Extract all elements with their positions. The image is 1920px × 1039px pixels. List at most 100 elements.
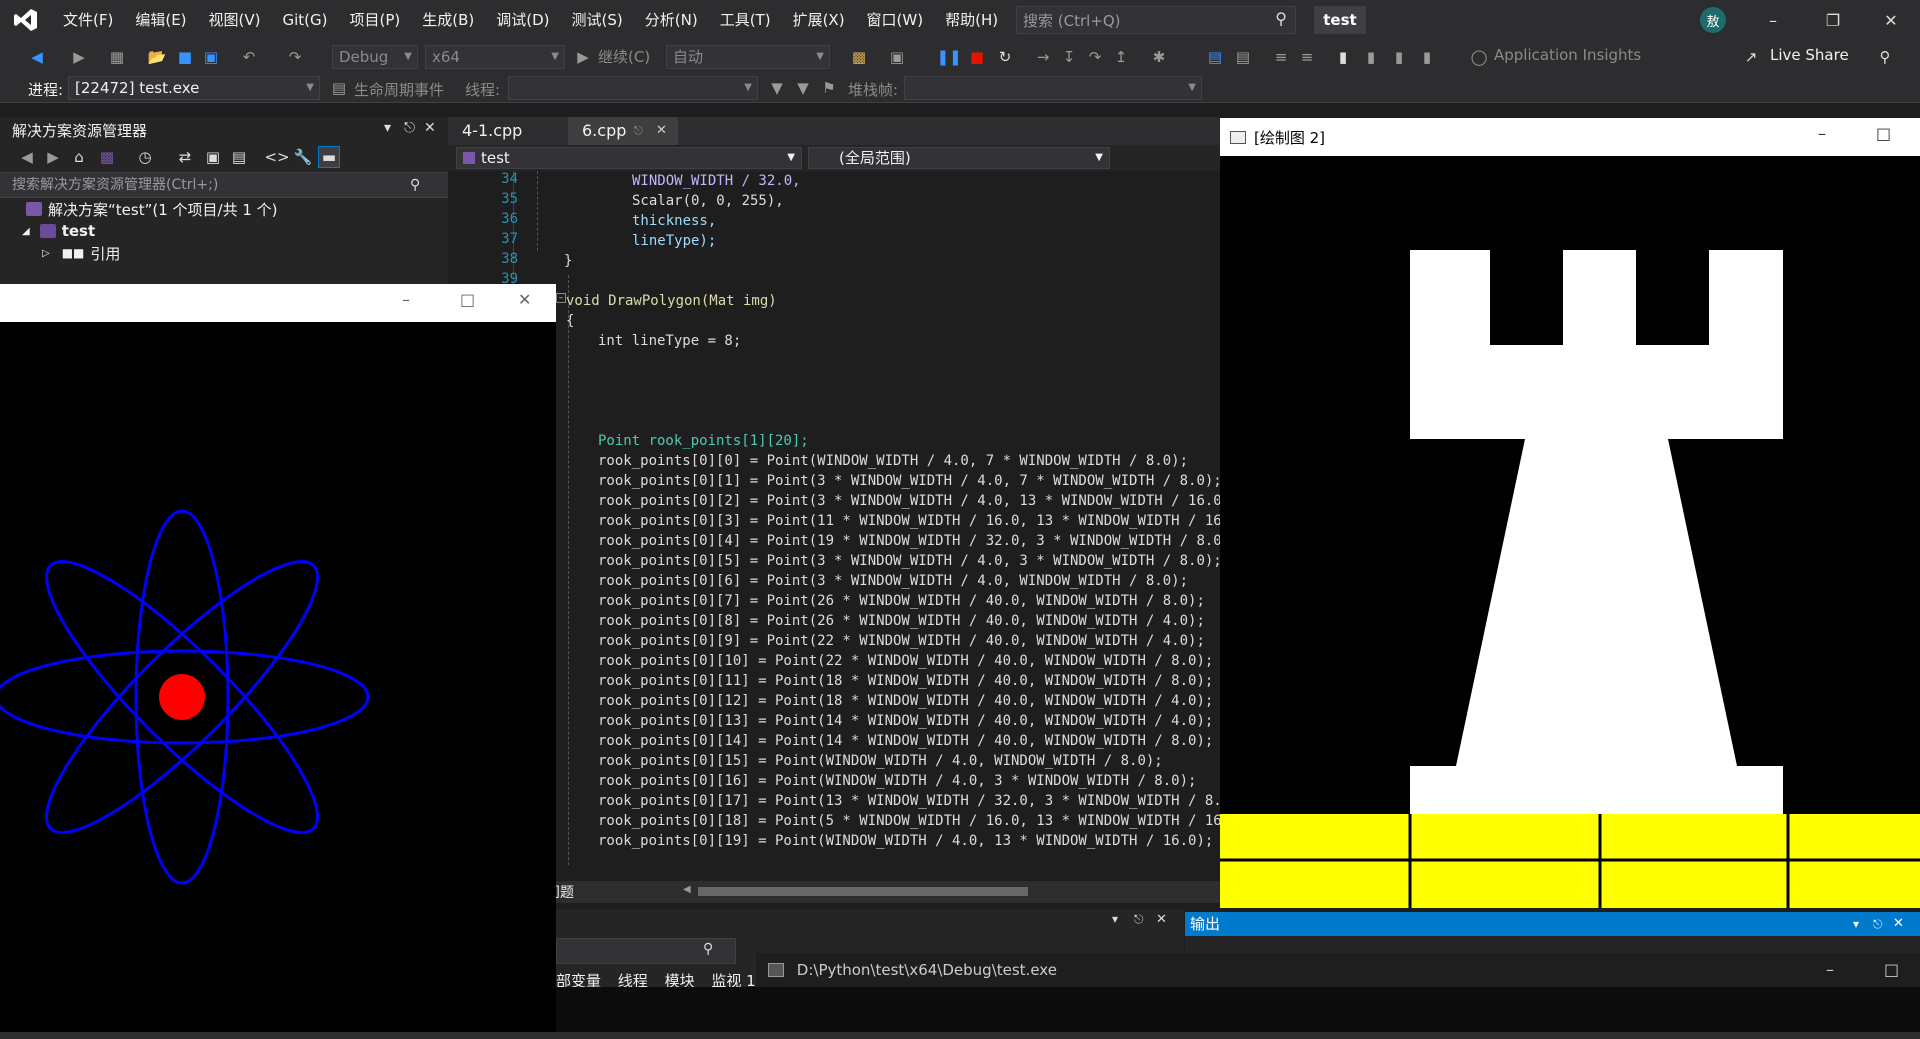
menu-analyze[interactable]: 分析(N) (634, 0, 709, 40)
menu-window[interactable]: 窗口(W) (856, 0, 935, 40)
continue-button[interactable]: 继续(C) (598, 46, 650, 67)
stackframe-select[interactable]: ▼ (904, 76, 1202, 100)
horizontal-scrollbar[interactable] (698, 887, 1028, 896)
configuration-select[interactable]: Debug ▼ (332, 45, 418, 69)
home-icon[interactable]: ⌂ (68, 146, 90, 168)
avatar[interactable]: 敖 (1700, 7, 1726, 33)
pin-icon[interactable]: ⎋ (1134, 912, 1144, 927)
menu-file[interactable]: 文件(F) (52, 0, 124, 40)
close-icon[interactable]: ✕ (424, 120, 436, 136)
drawing-window-1[interactable]: – □ ✕ (0, 284, 556, 1039)
close-icon[interactable]: ✕ (656, 117, 667, 145)
show-all-files-icon[interactable]: ▤ (228, 146, 250, 168)
tree-item-solution[interactable]: 解决方案“test”(1 个项目/共 1 个) (0, 198, 448, 220)
process-select[interactable]: [22472] test.exe ▼ (68, 76, 320, 100)
back-icon[interactable]: ◀ (16, 146, 38, 168)
process-icon[interactable]: ▩ (848, 46, 870, 68)
preview-icon[interactable]: ▬ (318, 146, 340, 168)
minimize-icon[interactable]: – (1818, 124, 1826, 143)
save-icon[interactable]: ■ (174, 46, 196, 68)
platform-select[interactable]: x64 ▼ (425, 45, 565, 69)
new-project-icon[interactable]: ▦ (106, 46, 128, 68)
minimize-icon[interactable]: – (1744, 0, 1802, 40)
properties-icon[interactable]: 🔧 (292, 146, 314, 168)
undo-icon[interactable]: ↶ (238, 46, 260, 68)
lightbulb-icon[interactable]: ◯ (1468, 46, 1490, 68)
step-over-icon[interactable]: ↷ (1084, 46, 1106, 68)
sync-icon[interactable]: ⇄ (174, 146, 196, 168)
console-window-titlebar[interactable]: D:\Python\test\x64\Debug\test.exe – □ (756, 953, 1920, 987)
step-into-icon[interactable]: ↧ (1058, 46, 1080, 68)
visual-studio-logo-icon[interactable] (0, 0, 52, 40)
close-icon[interactable]: ✕ (518, 290, 531, 309)
menu-view[interactable]: 视图(V) (198, 0, 272, 40)
continue-play-icon[interactable]: ▶ (572, 46, 594, 68)
prev-bookmark-icon[interactable]: ▮ (1360, 46, 1382, 68)
drawing-window-2-titlebar[interactable]: [绘制图 2] – □ (1220, 118, 1920, 156)
pending-changes-icon[interactable]: ◷ (134, 146, 156, 168)
collapse-arrow-icon[interactable]: ▷ (42, 248, 50, 259)
drawing-window-2[interactable]: [绘制图 2] – □ (1220, 118, 1920, 908)
restart-icon[interactable]: ↻ (994, 46, 1016, 68)
global-search-input[interactable]: 搜索 (Ctrl+Q) ⚲ (1016, 6, 1296, 34)
menu-help[interactable]: 帮助(H) (934, 0, 1009, 40)
tree-item-references[interactable]: ▷ ■■ 引用 (0, 242, 448, 264)
expand-arrow-icon[interactable]: ◢ (22, 226, 30, 237)
application-insights-button[interactable]: Application Insights (1494, 46, 1641, 64)
lifecycle-icon[interactable]: ▤ (328, 77, 350, 99)
minimize-icon[interactable]: – (1826, 953, 1834, 987)
switch-views-icon[interactable]: ▩ (96, 146, 118, 168)
comment-icon[interactable]: ≡ (1270, 46, 1292, 68)
tree-item-project[interactable]: ◢ test (0, 220, 448, 242)
pin-icon[interactable]: ⎋ (404, 120, 415, 136)
auto-select[interactable]: 自动 ▼ (666, 45, 830, 69)
tab-6-cpp[interactable]: 6.cpp ⎋ ✕ (568, 117, 678, 145)
menu-git[interactable]: Git(G) (272, 0, 339, 40)
close-icon[interactable]: ✕ (1156, 912, 1167, 927)
maximize-icon[interactable]: □ (1884, 953, 1899, 987)
hot-reload-icon[interactable]: ✱ (1148, 46, 1170, 68)
live-share-icon[interactable]: ↗ (1740, 46, 1762, 68)
view-code-icon[interactable]: <> (264, 146, 289, 168)
menu-debug[interactable]: 调试(D) (485, 0, 560, 40)
menu-tools[interactable]: 工具(T) (709, 0, 782, 40)
restore-icon[interactable]: ❐ (1804, 0, 1862, 40)
lifecycle-events-button[interactable]: 生命周期事件 (354, 79, 444, 100)
layout-icon[interactable]: ▤ (1232, 46, 1254, 68)
forward-icon[interactable]: ▶ (42, 146, 64, 168)
next-bookmark-icon[interactable]: ▮ (1388, 46, 1410, 68)
flag-icon[interactable]: ⚑ (818, 77, 840, 99)
filter-icon[interactable]: ▼ (766, 77, 788, 99)
step-out-icon[interactable]: ↥ (1110, 46, 1132, 68)
tab-4-1-cpp[interactable]: 4-1.cpp (448, 117, 563, 145)
stop-icon[interactable]: ■ (966, 46, 988, 68)
menu-build[interactable]: 生成(B) (411, 0, 485, 40)
chevron-down-icon[interactable]: ▾ (1853, 912, 1859, 936)
open-folder-icon[interactable]: 📂 (146, 46, 168, 68)
maximize-icon[interactable]: □ (460, 290, 475, 309)
close-icon[interactable]: ✕ (1862, 0, 1920, 40)
back-icon[interactable]: ◀ (26, 46, 48, 68)
uncomment-icon[interactable]: ≡ (1296, 46, 1318, 68)
pin-icon[interactable]: ⎋ (1873, 912, 1883, 936)
menu-extensions[interactable]: 扩展(X) (782, 0, 856, 40)
menu-test[interactable]: 测试(S) (561, 0, 634, 40)
chevron-down-icon[interactable]: ▾ (1112, 912, 1118, 926)
show-next-statement-icon[interactable]: → (1032, 46, 1054, 68)
menu-edit[interactable]: 编辑(E) (124, 0, 197, 40)
scroll-left-icon[interactable]: ◀ (683, 884, 691, 895)
pause-icon[interactable]: ❚❚ (936, 46, 961, 68)
chevron-down-icon[interactable]: ▾ (384, 120, 391, 136)
filter-clear-icon[interactable]: ▼ (792, 77, 814, 99)
redo-icon[interactable]: ↷ (284, 46, 306, 68)
locals-search-input[interactable]: ⚲ (556, 938, 736, 964)
thread-select[interactable]: ▼ (508, 76, 758, 100)
screen-icon[interactable]: ▣ (886, 46, 908, 68)
diagnostic-icon[interactable]: ▤ (1204, 46, 1226, 68)
minimize-icon[interactable]: – (402, 290, 410, 309)
collapse-all-icon[interactable]: ▣ (202, 146, 224, 168)
forward-icon[interactable]: ▶ (68, 46, 90, 68)
clear-bookmarks-icon[interactable]: ▮ (1416, 46, 1438, 68)
close-icon[interactable]: ✕ (1893, 912, 1904, 936)
menu-project[interactable]: 项目(P) (339, 0, 412, 40)
